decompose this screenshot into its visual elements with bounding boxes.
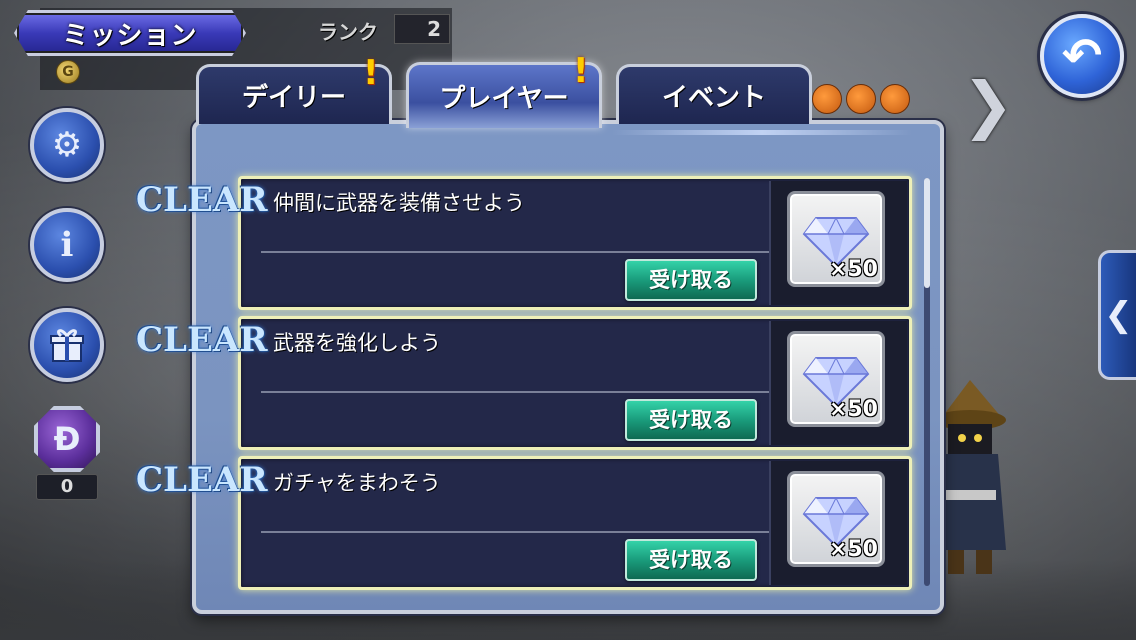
page-title: ミッション: [62, 20, 198, 51]
tab-player[interactable]: プレイヤー !: [406, 51, 602, 128]
reward-item-box[interactable]: ×50: [787, 471, 885, 567]
reward-item-box[interactable]: ×50: [787, 191, 885, 287]
reward-frame: ×50: [769, 321, 907, 445]
info-icon: i: [60, 225, 74, 265]
mission-progress-line: [261, 531, 771, 533]
rank-label: ランク: [318, 20, 378, 44]
tab-event-label: イベント: [661, 83, 766, 113]
gear-icon: ⚙: [51, 125, 83, 165]
reward-frame: ×50: [769, 461, 907, 585]
mission-title: ガチャをまわそう: [273, 471, 441, 495]
receive-button[interactable]: 受け取る: [625, 399, 757, 441]
party-face: [880, 84, 910, 114]
chevron-left-icon: ❮: [1104, 295, 1133, 335]
mission-row: ガチャをまわそう 受け取る ×50: [238, 456, 912, 590]
receive-button[interactable]: 受け取る: [625, 259, 757, 301]
info-button[interactable]: i: [30, 208, 104, 282]
rank-value: 2: [394, 14, 450, 44]
reward-count: ×50: [828, 537, 878, 562]
decorative-chevron-icon: ❯: [962, 68, 1014, 141]
clear-status-label: CLEAR: [136, 460, 268, 500]
reward-item-box[interactable]: ×50: [787, 331, 885, 427]
mission-title: 仲間に武器を装備させよう: [273, 191, 525, 215]
clear-status-label: CLEAR: [136, 180, 268, 220]
gift-icon: [50, 329, 84, 362]
mission-row: 武器を強化しよう 受け取る ×50: [238, 316, 912, 450]
tab-daily-label: デイリー: [241, 83, 346, 113]
panel-divider: [612, 130, 912, 135]
mission-row: 仲間に武器を装備させよう 受け取る ×50: [238, 176, 912, 310]
page-title-plate: ミッション: [14, 10, 246, 56]
party-face: [846, 84, 876, 114]
tab-player-alert-icon: !: [573, 51, 589, 91]
back-arrow-icon: ↶: [1061, 28, 1103, 84]
mission-progress-line: [261, 251, 771, 253]
clear-status-label: CLEAR: [136, 320, 268, 360]
dark-item-icon: Ð: [53, 420, 81, 458]
receive-button[interactable]: 受け取る: [625, 539, 757, 581]
tab-daily-alert-icon: !: [363, 53, 379, 93]
reward-count: ×50: [828, 397, 878, 422]
coin-icon: G: [56, 60, 80, 84]
mission-scrollbar[interactable]: [924, 178, 930, 586]
tab-player-label: プレイヤー: [439, 84, 569, 114]
reward-frame: ×50: [769, 181, 907, 305]
dark-item-count: 0: [36, 474, 98, 500]
side-menu-toggle[interactable]: ❮: [1098, 250, 1136, 380]
scrollbar-thumb[interactable]: [924, 178, 930, 288]
settings-button[interactable]: ⚙: [30, 108, 104, 182]
party-face: [812, 84, 842, 114]
present-box-button[interactable]: [30, 308, 104, 382]
tab-daily[interactable]: デイリー !: [196, 53, 392, 124]
mission-progress-line: [261, 391, 771, 393]
party-faces: [812, 84, 910, 120]
reward-count: ×50: [828, 257, 878, 282]
tab-event[interactable]: イベント: [616, 64, 812, 124]
back-button[interactable]: ↶: [1040, 14, 1124, 98]
mission-title: 武器を強化しよう: [273, 331, 441, 355]
